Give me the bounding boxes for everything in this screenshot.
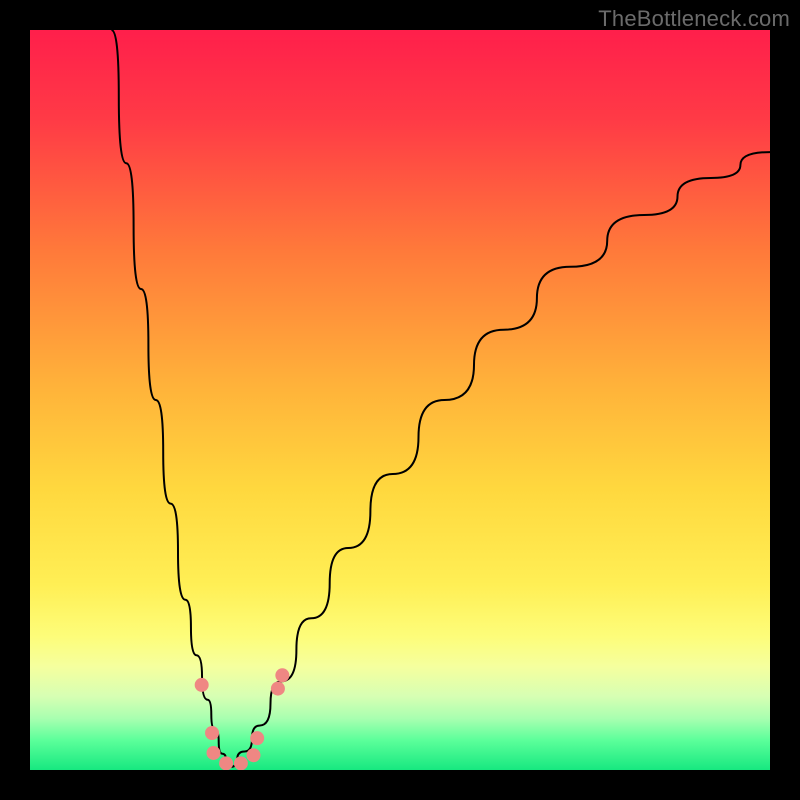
plot-area (30, 30, 770, 770)
data-point (205, 726, 219, 740)
chart-canvas (30, 30, 770, 770)
bottleneck-curve (230, 152, 770, 767)
figure-frame: TheBottleneck.com (0, 0, 800, 800)
data-point (250, 731, 264, 745)
data-point (207, 746, 221, 760)
data-point (234, 756, 248, 770)
bottleneck-curve (111, 30, 229, 767)
data-point (195, 678, 209, 692)
data-point (275, 668, 289, 682)
data-point (219, 756, 233, 770)
watermark-text: TheBottleneck.com (598, 6, 790, 32)
data-point (271, 682, 285, 696)
data-point (246, 748, 260, 762)
